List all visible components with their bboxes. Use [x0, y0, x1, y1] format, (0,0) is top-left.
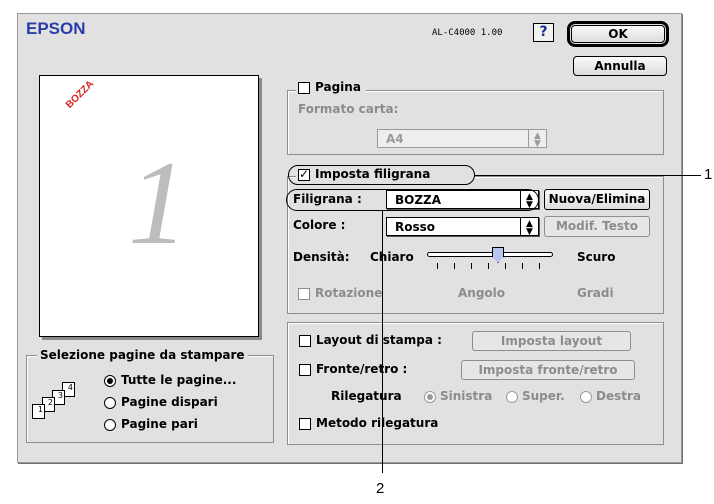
callout-1-line [475, 175, 701, 176]
modify-text-button[interactable]: Modif. Testo [544, 216, 650, 237]
layout-label: Layout di stampa : [316, 333, 442, 347]
slider-tick [522, 263, 523, 269]
binding-left-radio[interactable] [424, 391, 436, 403]
chevron-updown-icon: ▲ ▼ [520, 218, 538, 237]
angle-label: Angolo [458, 286, 506, 300]
layout-settings-button[interactable]: Imposta layout [472, 331, 631, 351]
degrees-label: Gradi [577, 286, 614, 300]
callout-2-number: 2 [376, 480, 385, 497]
radio-all-pages[interactable] [104, 375, 116, 387]
density-label: Densità: [293, 250, 350, 264]
duplex-checkbox[interactable] [299, 364, 311, 376]
callout-1-ellipse [288, 165, 475, 185]
paper-format-value: A4 [386, 132, 404, 146]
density-slider-thumb[interactable] [492, 247, 504, 263]
binding-method-checkbox[interactable] [299, 418, 311, 430]
pages-stack-icon: 4 3 2 1 [32, 382, 94, 422]
radio-odd-pages[interactable] [104, 397, 116, 409]
paper-checkbox-label: Pagina [315, 80, 361, 94]
ok-button[interactable]: OK [571, 25, 665, 43]
cancel-button[interactable]: Annulla [573, 56, 667, 76]
paper-format-popup[interactable]: A4 ▲ ▼ [377, 129, 547, 149]
paper-checkbox[interactable] [298, 82, 310, 94]
page-icon-1: 1 [32, 404, 45, 419]
layout-checkbox[interactable] [299, 335, 311, 347]
slider-tick [488, 263, 489, 269]
color-label: Colore : [293, 218, 346, 232]
rotation-checkbox[interactable] [298, 288, 310, 300]
slider-tick [437, 263, 438, 269]
binding-right-label: Destra [596, 389, 641, 403]
epson-logo: EPSON [26, 19, 86, 38]
binding-label: Rilegatura [331, 389, 402, 403]
color-value: Rosso [395, 220, 436, 234]
printer-model-label: AL-C4000 1.00 [432, 28, 503, 38]
density-slider-track [427, 252, 553, 257]
density-dark-label: Scuro [577, 250, 616, 264]
color-popup[interactable]: Rosso ▲ ▼ [386, 217, 539, 237]
density-slider[interactable] [427, 247, 553, 275]
binding-top-label: Super. [522, 389, 565, 403]
radio-odd-pages-label: Pagine dispari [121, 395, 218, 409]
binding-right-radio[interactable] [580, 391, 592, 403]
radio-all-pages-label: Tutte le pagine... [121, 373, 237, 387]
binding-top-radio[interactable] [506, 391, 518, 403]
callout-2-line [382, 211, 383, 473]
duplex-settings-button[interactable]: Imposta fronte/retro [461, 360, 635, 380]
slider-tick [454, 263, 455, 269]
preview-page-number: 1 [128, 136, 188, 269]
binding-left-label: Sinistra [440, 389, 493, 403]
radio-even-pages[interactable] [104, 419, 116, 431]
callout-2-ellipse [286, 189, 539, 211]
callout-1-number: 1 [704, 166, 713, 183]
radio-even-pages-label: Pagine pari [121, 417, 198, 431]
chevron-updown-icon: ▲ ▼ [528, 130, 546, 149]
rotation-label: Rotazione [315, 286, 383, 300]
help-button[interactable]: ? [533, 23, 554, 42]
page-selection-title: Selezione pagine da stampare [37, 348, 248, 362]
binding-method-label: Metodo rilegatura [316, 416, 439, 430]
new-delete-button[interactable]: Nuova/Elimina [544, 189, 650, 210]
slider-tick [539, 263, 540, 269]
slider-tick [505, 263, 506, 269]
slider-tick [471, 263, 472, 269]
paper-format-label: Formato carta: [298, 102, 399, 116]
density-light-label: Chiaro [370, 250, 414, 264]
duplex-label: Fronte/retro : [316, 362, 408, 376]
